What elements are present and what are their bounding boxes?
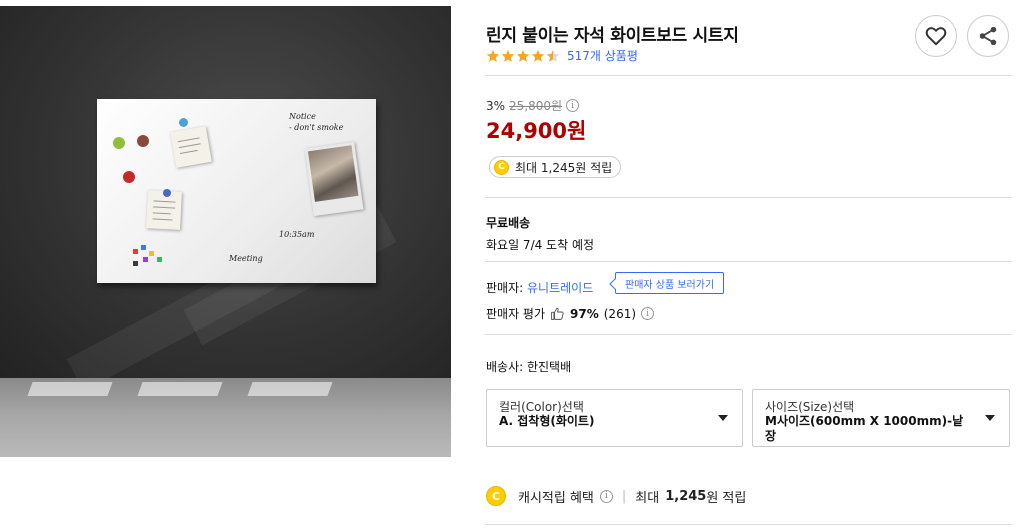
mini-magnet — [133, 261, 138, 266]
size-select-value: M사이즈(600mm X 1000mm)-낱장 — [765, 414, 964, 443]
divider — [485, 75, 1012, 76]
share-button[interactable] — [967, 15, 1009, 57]
pinned-photo — [304, 141, 364, 217]
color-select-label: 컬러(Color)선택 — [499, 400, 584, 414]
divider — [485, 197, 1012, 198]
color-select[interactable]: 컬러(Color)선택 A. 접착형(화이트) — [486, 389, 743, 447]
mini-magnet — [133, 249, 138, 254]
info-icon[interactable]: i — [599, 489, 613, 503]
arrival-date: 화요일 7/4 도착 예정 — [486, 238, 595, 252]
thumbs-up-icon — [551, 307, 564, 320]
seller-rating-count: (261) — [603, 306, 637, 321]
info-icon[interactable]: i — [566, 99, 580, 112]
cash-reward-badge: C 최대 1,245원 적립 — [489, 156, 622, 178]
divider — [485, 334, 1012, 335]
brown-magnet — [137, 135, 149, 147]
size-select[interactable]: 사이즈(Size)선택 M사이즈(600mm X 1000mm)-낱장 — [752, 389, 1010, 447]
wishlist-button[interactable] — [915, 15, 957, 57]
meeting-handwriting: Meeting — [229, 254, 263, 263]
rating-stars — [486, 49, 560, 63]
star-icon — [486, 49, 500, 62]
product-rating[interactable]: 517개 상품평 — [486, 47, 638, 64]
seller-rating-label: 판매자 평가 — [486, 307, 546, 321]
cash-coin-icon: C — [486, 486, 506, 506]
divider — [485, 524, 1012, 525]
separator: | — [621, 488, 627, 504]
star-icon — [516, 49, 530, 62]
heart-icon — [925, 27, 947, 46]
floor-light — [137, 382, 223, 396]
star-icon — [531, 49, 545, 62]
whiteboard: Notice - don't smoke 10:35am Meeting — [97, 99, 376, 283]
divider — [485, 261, 1012, 262]
mini-magnet — [141, 245, 146, 250]
notice-handwriting: Notice - don't smoke — [289, 112, 344, 132]
floor-light — [27, 382, 113, 396]
seller-row: 판매자: 유니트레이드 — [486, 279, 593, 296]
sticky-note — [170, 126, 212, 168]
mini-magnet — [157, 257, 162, 262]
floor-light — [247, 382, 333, 396]
size-select-label: 사이즈(Size)선택 — [765, 400, 855, 414]
review-count-link[interactable]: 517개 상품평 — [567, 47, 638, 64]
caret-down-icon — [718, 415, 728, 421]
discount-row: 3% 25,800원 i — [486, 97, 580, 114]
cash-benefit-suffix: 원 적립 — [706, 490, 747, 506]
delivery-carrier: 배송사: 한진택배 — [486, 360, 572, 374]
product-image[interactable]: Notice - don't smoke 10:35am Meeting — [0, 6, 451, 457]
discount-rate: 3% — [486, 98, 506, 113]
cash-benefit-label: 캐시적립 혜택 — [518, 490, 594, 506]
info-icon[interactable]: i — [641, 307, 655, 320]
color-select-value: A. 접착형(화이트) — [499, 414, 595, 428]
green-magnet — [113, 137, 125, 149]
blue-pin-magnet — [163, 189, 171, 197]
cash-reward-text: 최대 1,245원 적립 — [515, 160, 613, 175]
seller-label: 판매자: — [486, 281, 524, 295]
seller-products-button[interactable]: 판매자 상품 보러가기 — [615, 272, 725, 294]
star-icon — [501, 49, 515, 62]
sale-price: 24,900원 — [486, 119, 587, 143]
time-handwriting: 10:35am — [279, 230, 315, 239]
seller-name-link[interactable]: 유니트레이드 — [527, 281, 593, 295]
cash-benefit-amount: 1,245 — [665, 488, 707, 504]
cash-benefit-max-prefix: 최대 — [635, 490, 660, 506]
cash-benefit-row: C 캐시적립 혜택 i | 최대 1,245 원 적립 — [486, 486, 746, 506]
product-title: 린지 붙이는 자석 화이트보드 시트지 — [486, 26, 739, 46]
original-price: 25,800원 — [509, 99, 563, 113]
shipping-type: 무료배송 — [486, 216, 531, 230]
red-magnet — [123, 171, 135, 183]
mini-magnet — [143, 257, 148, 262]
blue-pin-magnet — [179, 118, 188, 127]
caret-down-icon — [985, 415, 995, 421]
mini-magnet — [149, 251, 154, 256]
star-half-icon — [546, 49, 560, 62]
seller-rating-row: 판매자 평가 97% (261) i — [486, 305, 655, 322]
seller-rating-percent: 97% — [570, 306, 599, 321]
share-icon — [979, 26, 997, 46]
cash-coin-icon: C — [494, 159, 509, 175]
